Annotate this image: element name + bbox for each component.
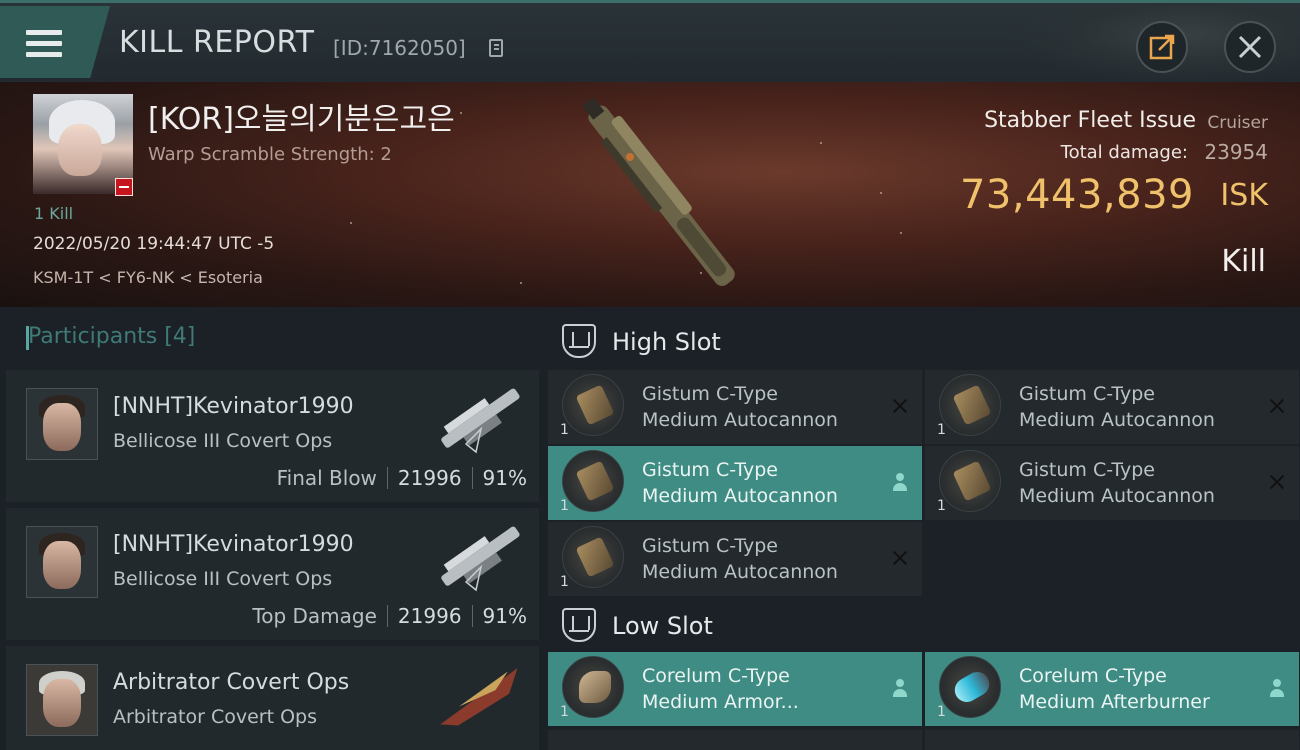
autocannon-icon [562, 450, 624, 512]
module-slot[interactable]: 1 Corelum C-Type Medium Afterburner [925, 652, 1299, 726]
dropped-person-icon [890, 678, 910, 698]
total-damage-value: 23954 [1204, 140, 1268, 164]
module-name: Gistum C-Type [642, 459, 778, 481]
module-name: Gistum C-Type [1019, 459, 1155, 481]
slot-icon [562, 324, 596, 358]
participant-damage: 21996 [397, 466, 462, 490]
participant-ship-image [440, 668, 518, 726]
module-quantity: 1 [560, 422, 569, 438]
module-type: Medium Autocannon [642, 561, 838, 583]
participant-avatar [26, 664, 98, 736]
module-slot[interactable]: 1 Gistum C-Type Medium Autocannon [548, 446, 922, 520]
module-quantity: 1 [560, 574, 569, 590]
module-name: Corelum C-Type [1019, 665, 1167, 687]
victim-ship-name[interactable]: Stabber Fleet Issue [984, 108, 1196, 133]
module-quantity: 1 [937, 498, 946, 514]
kill-location[interactable]: KSM-1T < FY6-NK < Esoteria [33, 268, 263, 287]
autocannon-icon [562, 374, 624, 436]
module-type: Medium Autocannon [642, 409, 838, 431]
kill-datetime: 2022/05/20 19:44:47 UTC -5 [33, 234, 275, 254]
dropped-person-icon [1267, 678, 1287, 698]
module-name: Gistum C-Type [1019, 383, 1155, 405]
module-type: Medium Autocannon [642, 485, 838, 507]
participant-percent: 91% [482, 604, 527, 628]
participant-avatar [26, 388, 98, 460]
participant-row[interactable]: [NNHT]Kevinator1990 Bellicose III Covert… [6, 508, 539, 640]
autocannon-icon [562, 526, 624, 588]
participant-ship: Arbitrator Covert Ops [113, 706, 318, 728]
module-slot-partial[interactable] [925, 730, 1299, 750]
participant-percent: 91% [482, 466, 527, 490]
module-quantity: 1 [560, 704, 569, 720]
menu-button[interactable] [0, 6, 110, 78]
warp-scramble-strength: Warp Scramble Strength: 2 [148, 144, 392, 165]
module-slot-partial[interactable] [548, 730, 922, 750]
participant-ship: Bellicose III Covert Ops [113, 430, 333, 452]
dropped-person-icon [890, 472, 910, 492]
participant-name: Arbitrator Covert Ops [113, 670, 350, 695]
module-name: Corelum C-Type [642, 665, 790, 687]
destroyed-x-icon [1267, 396, 1287, 416]
low-slot-title: Low Slot [612, 612, 713, 640]
share-icon [1149, 34, 1175, 60]
participant-role: Final Blow [276, 466, 377, 490]
participant-damage: 21996 [397, 604, 462, 628]
module-slot[interactable]: 1 Corelum C-Type Medium Armor... [548, 652, 922, 726]
participant-stats: Final Blow 21996 91% [277, 466, 527, 490]
low-slot-header: Low Slot [546, 596, 1300, 654]
victim-ship-image[interactable] [540, 92, 780, 302]
autocannon-icon [939, 450, 1001, 512]
module-name: Gistum C-Type [642, 535, 778, 557]
high-slot-header: High Slot [546, 312, 1300, 370]
module-type: Medium Autocannon [1019, 409, 1215, 431]
participant-ship: Bellicose III Covert Ops [113, 568, 333, 590]
module-slot[interactable]: 1 Gistum C-Type Medium Autocannon [548, 370, 922, 444]
autocannon-icon [939, 374, 1001, 436]
participant-ship-image [441, 526, 520, 592]
module-slot[interactable]: 1 Gistum C-Type Medium Autocannon [548, 522, 922, 596]
copy-icon[interactable] [489, 39, 503, 57]
close-icon [1238, 35, 1262, 59]
destroyed-x-icon [890, 396, 910, 416]
victim-ship-class: Cruiser [1207, 113, 1268, 133]
hamburger-icon [26, 30, 62, 57]
isk-value: 73,443,839 [959, 172, 1194, 218]
loss-badge-icon [115, 178, 133, 196]
destroyed-x-icon [1267, 472, 1287, 492]
module-type: Medium Armor... [642, 691, 799, 713]
close-button[interactable] [1224, 21, 1276, 73]
top-bar: KILL REPORT [ID:7162050] [0, 0, 1300, 83]
armor-module-icon [562, 656, 624, 718]
kill-result: Kill [1221, 244, 1266, 279]
victim-name[interactable]: [KOR]오늘의기분은고은 [148, 94, 455, 138]
module-slot[interactable]: 1 Gistum C-Type Medium Autocannon [925, 370, 1299, 444]
participant-avatar [26, 526, 98, 598]
participants-header[interactable]: Participants [4] [25, 324, 195, 350]
slot-icon [562, 608, 596, 642]
module-quantity: 1 [937, 704, 946, 720]
kill-banner: [KOR]오늘의기분은고은 Warp Scramble Strength: 2 … [0, 82, 1300, 307]
afterburner-icon [939, 656, 1001, 718]
page-title: KILL REPORT [119, 25, 315, 60]
participant-role: Top Damage [252, 604, 377, 628]
participant-name: [NNHT]Kevinator1990 [113, 394, 354, 419]
destroyed-x-icon [890, 548, 910, 568]
module-quantity: 1 [937, 422, 946, 438]
participant-row[interactable]: [NNHT]Kevinator1990 Bellicose III Covert… [6, 370, 539, 502]
total-damage-label: Total damage: [1060, 142, 1188, 163]
isk-unit: ISK [1220, 178, 1268, 213]
module-name: Gistum C-Type [642, 383, 778, 405]
participant-stats: Top Damage 21996 91% [252, 604, 527, 628]
share-button[interactable] [1136, 21, 1188, 73]
module-quantity: 1 [560, 498, 569, 514]
module-type: Medium Autocannon [1019, 485, 1215, 507]
report-id: [ID:7162050] [333, 36, 466, 60]
participant-row[interactable]: Arbitrator Covert Ops Arbitrator Covert … [6, 646, 539, 750]
participant-name: [NNHT]Kevinator1990 [113, 532, 354, 557]
high-slot-title: High Slot [612, 328, 721, 356]
module-type: Medium Afterburner [1019, 691, 1210, 713]
module-slot[interactable]: 1 Gistum C-Type Medium Autocannon [925, 446, 1299, 520]
participant-ship-image [441, 388, 520, 454]
kill-count: 1 Kill [34, 204, 74, 223]
